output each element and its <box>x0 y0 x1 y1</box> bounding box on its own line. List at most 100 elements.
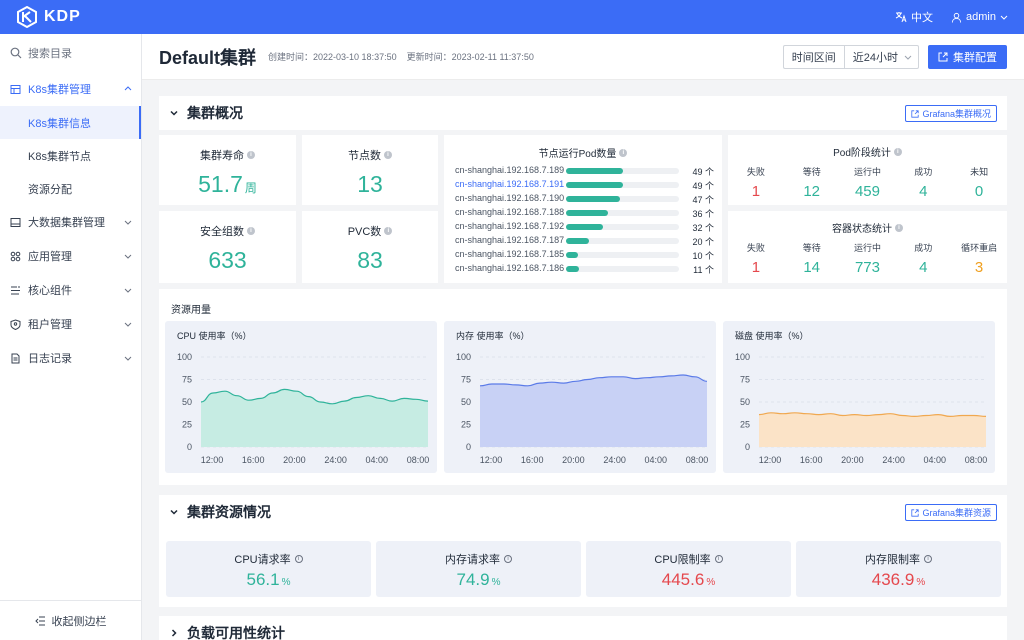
nav-item-k8s-cluster-info[interactable]: K8s集群信息 <box>0 106 141 139</box>
chevron-down-icon <box>1000 15 1008 20</box>
x-tick-label: 16:00 <box>242 455 265 465</box>
node-name[interactable]: cn-shanghai.192.168.7.186 <box>455 263 564 273</box>
status-stat: 未知 0 <box>951 165 1007 200</box>
resources-section-header[interactable]: 集群资源情况 Grafana集群资源 <box>159 495 1007 529</box>
x-tick-label: 08:00 <box>407 455 430 465</box>
node-name[interactable]: cn-shanghai.192.168.7.192 <box>455 221 564 231</box>
node-pod-row[interactable]: cn-shanghai.192.168.7.190 47 个 <box>455 193 715 205</box>
cluster-config-button[interactable]: 集群配置 <box>928 44 1007 69</box>
x-tick-label: 08:00 <box>965 455 988 465</box>
y-tick-label: 50 <box>740 397 750 407</box>
cluster-config-label: 集群配置 <box>953 51 997 64</box>
stat-unit: 周 <box>244 181 257 195</box>
collapse-sidebar-button[interactable]: 收起侧边栏 <box>0 600 141 640</box>
nav-label: 租户管理 <box>28 319 72 331</box>
info-icon[interactable]: i <box>384 151 392 159</box>
y-tick-label: 100 <box>177 352 192 362</box>
node-name[interactable]: cn-shanghai.192.168.7.185 <box>455 249 564 259</box>
grafana-overview-link[interactable]: Grafana集群概况 <box>905 105 997 122</box>
x-tick-label: 20:00 <box>562 455 585 465</box>
x-tick-label: 04:00 <box>366 455 389 465</box>
node-pod-row[interactable]: cn-shanghai.192.168.7.188 36 个 <box>455 207 715 219</box>
y-tick-label: 100 <box>456 352 471 362</box>
pods-per-node-card: 节点运行Pod数量 i cn-shanghai.192.168.7.189 49 个… <box>444 135 722 283</box>
cluster-icon <box>10 84 21 94</box>
logo[interactable]: KDP <box>16 6 81 28</box>
node-pod-row[interactable]: cn-shanghai.192.168.7.186 11 个 <box>455 263 715 275</box>
stat-card-node-count: 节点数 i 13 <box>302 135 438 205</box>
x-tick-label: 04:00 <box>924 455 947 465</box>
pod-phase-grid: 失败 1 等待 12 运行中 459 成功 4 未知 0 <box>728 165 1007 200</box>
chevron-down-icon <box>124 254 132 259</box>
y-tick-label: 100 <box>735 352 750 362</box>
node-name[interactable]: cn-shanghai.192.168.7.190 <box>455 193 564 203</box>
status-label: 失败 <box>746 243 765 253</box>
pod-bar-track <box>566 224 679 230</box>
pod-count: 10 个 <box>692 251 714 261</box>
chart-title: 磁盘 使用率（%） <box>735 331 809 341</box>
y-tick-label: 75 <box>182 375 192 385</box>
language-switch[interactable]: 中文 <box>895 9 933 25</box>
user-menu[interactable]: admin <box>951 11 1008 23</box>
status-stat: 等待 14 <box>784 241 840 276</box>
info-icon[interactable]: i <box>895 223 903 232</box>
availability-section-header[interactable]: 负载可用性统计 <box>159 616 1007 640</box>
nav-label: 应用管理 <box>28 251 72 263</box>
pod-bar-track <box>566 238 679 244</box>
grafana-resources-link[interactable]: Grafana集群资源 <box>905 504 997 521</box>
nav-label: K8s集群管理 <box>28 84 91 96</box>
overview-section-header[interactable]: 集群概况 Grafana集群概况 <box>159 96 1007 130</box>
node-name[interactable]: cn-shanghai.192.168.7.189 <box>455 165 564 175</box>
node-name[interactable]: cn-shanghai.192.168.7.191 <box>455 179 564 189</box>
pod-bar <box>566 210 608 216</box>
info-icon[interactable]: i <box>893 147 902 156</box>
sidebar-search[interactable]: 搜索目录 <box>0 34 141 72</box>
node-pod-row[interactable]: cn-shanghai.192.168.7.191 49 个 <box>455 179 715 191</box>
pod-count: 49 个 <box>692 167 714 177</box>
nav-item-k8s-cluster-nodes[interactable]: K8s集群节点 <box>0 139 141 172</box>
search-icon <box>10 47 22 59</box>
external-link-icon <box>911 109 920 118</box>
time-range-select[interactable]: 近24小时 <box>843 44 919 69</box>
status-label: 等待 <box>802 167 821 177</box>
info-icon[interactable]: i <box>504 555 512 563</box>
external-link-icon <box>911 508 920 517</box>
pod-count: 11 个 <box>693 265 714 275</box>
nav-core-components[interactable]: 核心组件 <box>0 273 141 307</box>
node-pod-row[interactable]: cn-shanghai.192.168.7.185 10 个 <box>455 249 715 261</box>
status-value: 773 <box>854 259 880 276</box>
grafana-overview-label: Grafana集群概况 <box>922 109 991 119</box>
info-icon[interactable]: i <box>384 227 393 235</box>
node-pod-row[interactable]: cn-shanghai.192.168.7.192 32 个 <box>455 221 715 233</box>
status-value: 1 <box>751 259 761 276</box>
info-icon[interactable]: i <box>619 148 628 157</box>
nav-label: 大数据集群管理 <box>28 217 105 229</box>
info-icon[interactable]: i <box>247 227 255 235</box>
nav-app-management[interactable]: 应用管理 <box>0 239 141 273</box>
nav-log-records[interactable]: 日志记录 <box>0 341 141 375</box>
node-pod-row[interactable]: cn-shanghai.192.168.7.189 49 个 <box>455 165 715 177</box>
info-icon[interactable]: i <box>924 555 932 563</box>
chevron-down-icon <box>170 509 178 515</box>
resource-usage-card: 资源用量 CPU 使用率（%） 100 75 50 25 0 12:00 16:00 20:0… <box>159 289 1007 485</box>
x-tick-label: 12:00 <box>759 455 782 465</box>
pod-bar-track <box>566 252 679 258</box>
nav-k8s-cluster[interactable]: K8s集群管理 <box>0 72 141 106</box>
info-icon[interactable]: i <box>294 555 303 563</box>
node-name[interactable]: cn-shanghai.192.168.7.187 <box>455 235 564 245</box>
node-name[interactable]: cn-shanghai.192.168.7.188 <box>455 207 564 217</box>
nav-bigdata-cluster[interactable]: 大数据集群管理 <box>0 205 141 239</box>
nav-tenant-management[interactable]: 租户管理 <box>0 307 141 341</box>
disk-usage-plot: 100 75 50 25 0 12:00 16:00 20:00 24:00 04:00 08:00 <box>735 352 988 465</box>
status-stat: 成功 4 <box>895 241 951 276</box>
info-icon[interactable]: i <box>247 151 255 159</box>
nav-item-resource-allocation[interactable]: 资源分配 <box>0 172 141 205</box>
rate-unit: % <box>916 577 926 588</box>
x-tick-label: 04:00 <box>645 455 668 465</box>
info-icon[interactable]: i <box>714 555 723 563</box>
pod-bar-track <box>566 182 679 188</box>
page-title: Default集群 <box>159 47 257 68</box>
rate-value: 56.1 <box>246 570 280 589</box>
collapse-label: 收起侧边栏 <box>51 615 107 628</box>
node-pod-row[interactable]: cn-shanghai.192.168.7.187 20 个 <box>455 235 715 247</box>
